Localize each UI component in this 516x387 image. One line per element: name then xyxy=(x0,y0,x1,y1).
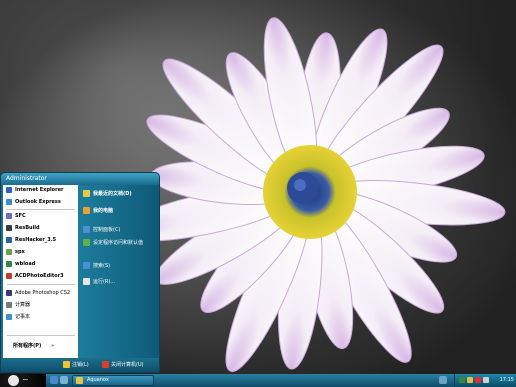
start-button[interactable]: ~ xyxy=(0,374,46,387)
quick-launch-ie-icon[interactable] xyxy=(50,376,58,384)
recent-documents-icon xyxy=(83,190,90,197)
system-tray: 17:15 xyxy=(454,374,516,387)
tray-speaker-icon[interactable] xyxy=(483,377,489,383)
resbuild-icon xyxy=(6,224,12,231)
power-icon xyxy=(102,361,109,368)
photoshop-icon xyxy=(6,289,12,296)
menu-item-control-panel[interactable]: 控制面板(C) xyxy=(83,226,157,233)
shutdown-button[interactable]: 关闭计算机(U) xyxy=(102,361,144,369)
tray-k-icon[interactable] xyxy=(475,377,481,383)
all-programs-button[interactable]: 所有程序(P) » xyxy=(13,341,54,352)
start-menu-footer: 注销(L) 关闭计算机(U) xyxy=(1,358,159,372)
logoff-icon xyxy=(63,361,70,368)
run-icon xyxy=(83,278,90,285)
folder-icon xyxy=(76,377,83,384)
menu-item-my-computer[interactable]: 我的电脑 xyxy=(83,207,157,214)
control-panel-icon xyxy=(83,226,90,233)
menu-item-acd-photo-editor[interactable]: ACDPhotoEditor3 xyxy=(6,271,64,282)
spx-icon xyxy=(6,248,12,255)
reshacker-icon xyxy=(6,236,12,243)
start-logo-icon xyxy=(8,375,19,386)
start-menu: Administrator Internet Explorer Outlook … xyxy=(0,172,160,373)
program-access-icon xyxy=(83,239,90,246)
wbload-icon xyxy=(6,260,12,267)
menu-item-internet-explorer[interactable]: Internet Explorer xyxy=(6,185,63,196)
quick-launch-desktop-icon[interactable] xyxy=(60,376,68,384)
menu-item-spx[interactable]: spx xyxy=(6,247,25,258)
internet-explorer-icon xyxy=(6,186,12,193)
user-name: Administrator xyxy=(1,173,159,185)
menu-item-program-access[interactable]: 设定程序访问和默认值 xyxy=(83,239,151,246)
outlook-express-icon xyxy=(6,198,12,205)
logoff-button[interactable]: 注销(L) xyxy=(63,361,89,369)
start-swirl-icon: ~ xyxy=(22,375,29,384)
menu-item-search[interactable]: 搜索(S) xyxy=(83,262,157,269)
acd-photo-editor-icon xyxy=(6,272,12,279)
tray-shield-icon[interactable] xyxy=(459,377,465,383)
menu-item-sfc[interactable]: SFC xyxy=(6,211,26,222)
places-list: 我最近的文档(D) 我的电脑 控制面板(C) 设定程序访问和默认值 搜索(S) … xyxy=(78,185,159,358)
menu-item-calculator[interactable]: 计算器 xyxy=(6,300,30,311)
task-button-aquanox[interactable]: Aquanox xyxy=(72,375,154,386)
divider xyxy=(7,284,75,285)
divider xyxy=(7,335,75,336)
search-icon xyxy=(83,262,90,269)
notepad-icon xyxy=(6,313,12,320)
menu-item-notepad[interactable]: 记事本 xyxy=(6,312,30,323)
menu-item-photoshop[interactable]: Adobe Photoshop CS2 xyxy=(6,288,70,299)
calculator-icon xyxy=(6,301,12,308)
tray-network-icon[interactable] xyxy=(467,377,473,383)
clock[interactable]: 17:15 xyxy=(500,377,514,383)
program-list: Internet Explorer Outlook Express SFC Re… xyxy=(3,185,78,358)
taskbar: ~ Aquanox 17:15 xyxy=(0,374,516,387)
desktop: Administrator Internet Explorer Outlook … xyxy=(0,0,516,387)
arrow-right-icon: » xyxy=(51,343,55,349)
menu-item-resbuild[interactable]: ResBuild xyxy=(6,223,40,234)
sfc-icon xyxy=(6,212,12,219)
menu-item-run[interactable]: 运行(R)... xyxy=(83,278,157,285)
menu-item-recent-documents[interactable]: 我最近的文档(D) xyxy=(83,190,157,197)
tray-arrow-icon[interactable] xyxy=(439,376,447,384)
menu-item-wbload[interactable]: wbload xyxy=(6,259,35,270)
divider xyxy=(7,209,75,210)
my-computer-icon xyxy=(83,207,90,214)
menu-item-reshacker[interactable]: ResHacker_3.5 xyxy=(6,235,56,246)
menu-item-outlook-express[interactable]: Outlook Express xyxy=(6,197,61,208)
